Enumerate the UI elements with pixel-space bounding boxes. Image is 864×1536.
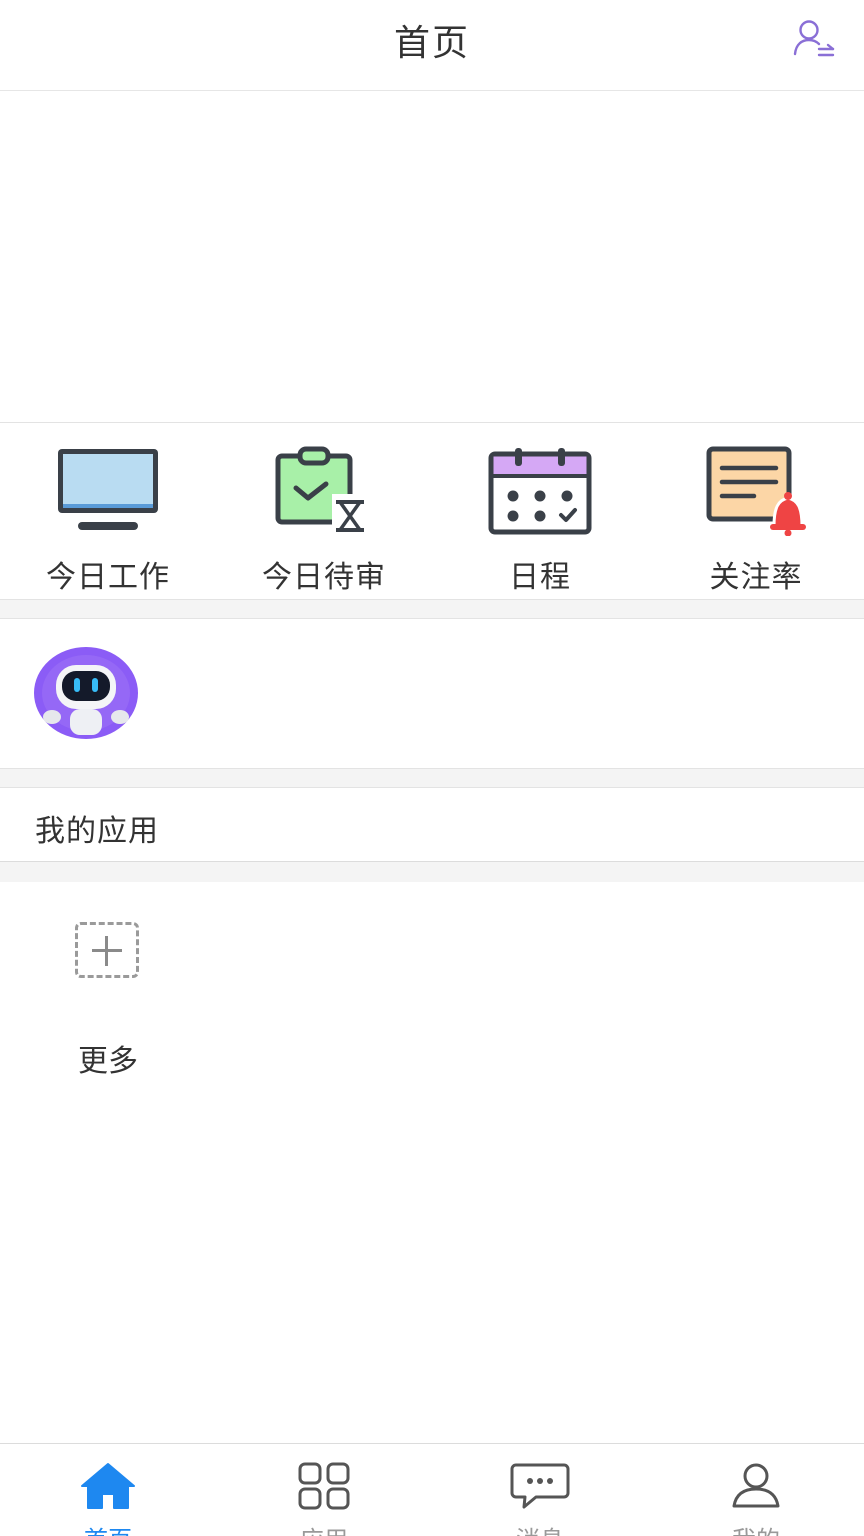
section-divider <box>0 599 864 619</box>
bottom-tab-bar: 首页 应用 消息 我的 <box>0 1443 864 1536</box>
profile-icon <box>732 1463 780 1508</box>
my-apps-grid: 更多 <box>0 882 864 1442</box>
tab-profile[interactable]: 我的 <box>648 1444 864 1536</box>
tab-label: 我的 <box>648 1520 864 1536</box>
tab-apps[interactable]: 应用 <box>216 1444 432 1536</box>
top-nav-bar: 首页 <box>0 0 864 91</box>
more-apps-label: 更多 <box>78 1044 138 1079</box>
robot-avatar-icon[interactable] <box>34 647 138 739</box>
quick-link-today-work[interactable]: 今日工作 <box>0 424 216 599</box>
tab-label: 消息 <box>432 1520 648 1536</box>
monitor-icon <box>58 449 158 530</box>
quick-link-label: 今日待审 <box>262 560 386 595</box>
quick-links: 今日工作 今日待审 日程 关注率 <box>0 424 864 599</box>
section-divider <box>0 768 864 788</box>
banner-area <box>0 92 864 423</box>
tab-label: 首页 <box>0 1520 216 1536</box>
assistant-row <box>0 619 864 767</box>
section-divider <box>0 862 864 882</box>
note-bell-icon <box>706 446 806 536</box>
my-apps-title: 我的应用 <box>35 814 159 849</box>
quick-link-attention-rate[interactable]: 关注率 <box>648 424 864 599</box>
calendar-icon <box>488 448 592 535</box>
more-apps-button[interactable]: 更多 <box>70 920 146 1079</box>
quick-link-label: 关注率 <box>709 560 803 595</box>
clipboard-pending-icon <box>275 446 368 534</box>
add-icon <box>75 922 139 978</box>
tab-messages[interactable]: 消息 <box>432 1444 648 1536</box>
quick-link-label: 今日工作 <box>46 560 170 595</box>
quick-link-today-pending[interactable]: 今日待审 <box>216 424 432 599</box>
tab-label: 应用 <box>216 1520 432 1536</box>
message-icon <box>510 1463 570 1509</box>
tab-home[interactable]: 首页 <box>0 1444 216 1536</box>
user-switch-icon[interactable] <box>792 18 836 58</box>
my-apps-header: 我的应用 <box>0 788 864 862</box>
home-icon <box>81 1463 135 1509</box>
apps-grid-icon <box>298 1462 350 1510</box>
quick-link-schedule[interactable]: 日程 <box>432 424 648 599</box>
quick-link-label: 日程 <box>509 560 571 595</box>
page-title: 首页 <box>393 23 470 64</box>
